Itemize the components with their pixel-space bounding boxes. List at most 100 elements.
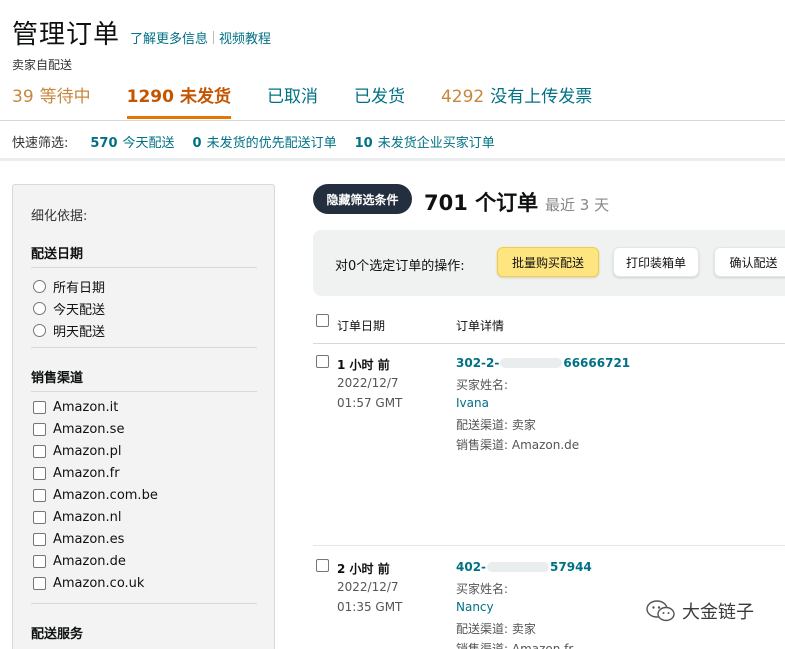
option-label: Amazon.nl — [53, 510, 122, 525]
table-row: 1 小时 前 2022/12/7 01:57 GMT 302-2- 6666672… — [313, 353, 785, 453]
order-id-link[interactable]: 302-2- 66666721 — [456, 356, 630, 370]
channel-amazon-fr[interactable]: Amazon.fr — [33, 466, 120, 481]
watermark-text: 大金链子 — [682, 602, 754, 623]
fulfillment-channel: 配送渠道: 卖家 — [456, 418, 536, 432]
channel-amazon-nl[interactable]: Amazon.nl — [33, 510, 122, 525]
order-age: 2 小时 前 — [337, 562, 390, 576]
quick-filter-text: 今天配送 — [122, 136, 175, 151]
channel-amazon-it[interactable]: Amazon.it — [33, 400, 118, 415]
order-id-suffix: 66666721 — [563, 356, 631, 370]
channel-amazon-se[interactable]: Amazon.se — [33, 422, 124, 437]
quick-filter-ship-today[interactable]: 570 今天配送 — [90, 132, 174, 151]
checkbox[interactable] — [33, 533, 46, 546]
tabs-divider — [0, 120, 785, 121]
orders-table-header: 订单日期 订单详情 — [313, 300, 785, 344]
option-label: 所有日期 — [53, 281, 106, 296]
channel-amazon-com-be[interactable]: Amazon.com.be — [33, 488, 158, 503]
section-divider — [31, 603, 257, 604]
quick-filter-priority[interactable]: 0 未发货的优先配送订单 — [193, 132, 337, 151]
checkbox[interactable] — [33, 489, 46, 502]
link-divider — [213, 31, 215, 44]
option-label: Amazon.se — [53, 422, 125, 437]
checkbox[interactable] — [33, 467, 46, 480]
quick-filter-bar: 快速筛选: 570 今天配送 0 未发货的优先配送订单 10 未发货企业买家订单 — [12, 132, 513, 151]
wechat-icon — [646, 600, 675, 622]
tab-no-invoice-label: 没有上传发票 — [490, 87, 593, 107]
page-title: 管理订单 — [12, 20, 121, 50]
section-divider — [31, 391, 257, 392]
row-checkbox[interactable] — [316, 559, 329, 572]
buyer-name-link[interactable]: Nancy — [456, 600, 494, 614]
quick-filter-text: 未发货企业买家订单 — [377, 136, 495, 151]
order-id-prefix: 402- — [456, 560, 487, 574]
quick-filter-count: 0 — [192, 136, 202, 151]
quick-filter-text: 未发货的优先配送订单 — [206, 136, 337, 151]
radio-button[interactable] — [33, 324, 46, 337]
hide-filters-button[interactable]: 隐藏筛选条件 — [313, 184, 412, 214]
redacted-segment — [487, 562, 550, 572]
ship-date-today[interactable]: 今天配送 — [33, 299, 105, 318]
tab-no-invoice-count: 4292 — [440, 87, 485, 107]
video-tutorial-link[interactable]: 视频教程 — [219, 28, 271, 47]
help-links: 了解更多信息 视频教程 — [130, 28, 271, 47]
channel-amazon-es[interactable]: Amazon.es — [33, 532, 124, 547]
select-all-checkbox[interactable] — [316, 314, 329, 327]
quick-filter-business[interactable]: 10 未发货企业买家订单 — [355, 132, 495, 151]
checkbox[interactable] — [33, 511, 46, 524]
tab-shipped-label: 已发货 — [353, 87, 405, 107]
radio-button[interactable] — [33, 280, 46, 293]
channel-amazon-co-uk[interactable]: Amazon.co.uk — [33, 576, 144, 591]
channel-amazon-de[interactable]: Amazon.de — [33, 554, 126, 569]
sales-channel-title: 销售渠道 — [31, 371, 84, 386]
buy-shipping-button[interactable]: 批量购买配送 — [497, 247, 599, 277]
checkbox[interactable] — [33, 577, 46, 590]
option-label: 明天配送 — [53, 325, 106, 340]
option-label: Amazon.fr — [53, 466, 120, 481]
confirm-shipment-button[interactable]: 确认配送 — [714, 247, 785, 277]
order-date-range: 最近 3 天 — [545, 196, 610, 214]
quick-filter-divider — [0, 158, 785, 161]
col-order-details: 订单详情 — [456, 319, 505, 333]
checkbox[interactable] — [33, 445, 46, 458]
tab-unshipped-label: 未发货 — [179, 87, 231, 107]
option-label: Amazon.it — [53, 400, 119, 415]
tab-cancelled[interactable]: 已取消 — [267, 82, 318, 119]
radio-button[interactable] — [33, 302, 46, 315]
redacted-segment — [500, 358, 563, 368]
learn-more-link[interactable]: 了解更多信息 — [130, 28, 208, 47]
channel-amazon-pl[interactable]: Amazon.pl — [33, 444, 122, 459]
order-id-prefix: 302-2- — [456, 356, 500, 370]
order-time: 01:57 GMT — [337, 396, 403, 410]
ship-service-title: 配送服务 — [31, 627, 84, 642]
tab-no-invoice[interactable]: 4292 没有上传发票 — [441, 82, 592, 119]
refine-sidebar: 细化依据: 配送日期 所有日期 今天配送 明天配送 销售渠道 Amazon.it… — [12, 184, 275, 649]
option-label: Amazon.com.be — [53, 488, 158, 503]
col-order-date: 订单日期 — [337, 319, 386, 333]
order-id-suffix: 57944 — [550, 560, 592, 574]
tab-unshipped[interactable]: 1290 未发货 — [126, 82, 231, 119]
option-label: Amazon.pl — [53, 444, 122, 459]
ship-date-tomorrow[interactable]: 明天配送 — [33, 321, 105, 340]
sales-channel: 销售渠道: Amazon.de — [456, 438, 580, 452]
checkbox[interactable] — [33, 555, 46, 568]
checkbox[interactable] — [33, 401, 46, 414]
status-tabs: 39 等待中 1290 未发货 已取消 已发货 4292 没有上传发票 — [12, 82, 628, 119]
tab-pending[interactable]: 39 等待中 — [12, 82, 91, 119]
buyer-name-label: 买家姓名: — [456, 582, 509, 596]
tab-pending-count: 39 — [12, 87, 34, 107]
fulfillment-channel: 配送渠道: 卖家 — [456, 622, 536, 636]
bulk-actions-label: 对0个选定订单的操作: — [335, 259, 465, 274]
print-packing-slip-button[interactable]: 打印装箱单 — [613, 247, 699, 277]
ship-date-title: 配送日期 — [31, 247, 84, 262]
tab-shipped[interactable]: 已发货 — [354, 82, 405, 119]
sales-channel: 销售渠道: Amazon.fr — [456, 642, 574, 649]
section-divider — [31, 347, 257, 348]
ship-date-all[interactable]: 所有日期 — [33, 277, 105, 296]
buyer-name-link[interactable]: Ivana — [456, 396, 489, 410]
checkbox[interactable] — [33, 423, 46, 436]
order-id-link[interactable]: 402- 57944 — [456, 560, 592, 574]
fulfillment-subtitle: 卖家自配送 — [12, 58, 73, 72]
row-checkbox[interactable] — [316, 355, 329, 368]
order-age: 1 小时 前 — [337, 358, 390, 372]
refine-heading: 细化依据: — [31, 209, 88, 224]
